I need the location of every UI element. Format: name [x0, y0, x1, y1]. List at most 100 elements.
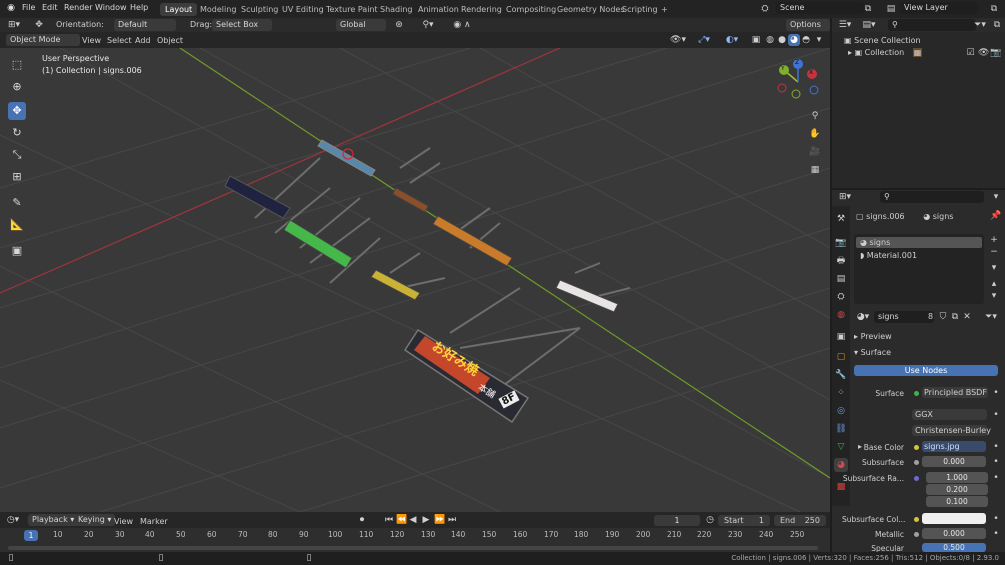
socket-menu-icon-6[interactable]: •: [992, 513, 1000, 525]
viewport-3d[interactable]: お好み焼 本舗 8F User Perspective (1) Collecti…: [0, 48, 830, 512]
jump-keyframe-forward-icon[interactable]: ⏩: [434, 514, 445, 526]
properties-editor-icon[interactable]: ⊞▾: [836, 191, 854, 203]
editor-type-icon[interactable]: ⊞▾: [6, 19, 22, 31]
playhead[interactable]: 1: [24, 530, 38, 541]
overlay-toggle-icon[interactable]: ◐▾: [722, 34, 742, 46]
outliner-row-scene-collection[interactable]: ▣ Scene Collection: [844, 36, 994, 45]
playback-menu[interactable]: Playback ▾: [28, 514, 79, 526]
transform-orientation-dropdown[interactable]: Global: [336, 19, 386, 31]
surface-shader-field[interactable]: Principled BSDF: [922, 387, 988, 398]
annotate-tool-icon[interactable]: ✎: [8, 194, 26, 212]
preview-section-header[interactable]: ▸ Preview: [854, 332, 892, 341]
material-slot-signs[interactable]: ◕ signs: [856, 237, 982, 248]
collection-checkbox-icon[interactable]: ☑: [966, 47, 975, 59]
object-tab-icon[interactable]: ▢: [834, 350, 848, 364]
rotate-tool-icon[interactable]: ↻: [8, 124, 26, 142]
menu-object[interactable]: Object: [157, 36, 183, 45]
menu-select[interactable]: Select: [107, 36, 132, 45]
menu-file[interactable]: File: [22, 3, 35, 12]
tab-texture-paint[interactable]: Texture Paint: [321, 3, 383, 16]
timeline-editor-icon[interactable]: ◷▾: [4, 514, 22, 526]
preview-range-icon[interactable]: ◷: [704, 514, 716, 526]
options-dropdown[interactable]: Options: [786, 19, 830, 31]
move-tool-icon[interactable]: ✥: [32, 19, 46, 31]
physics-tab-icon[interactable]: ◎: [834, 404, 848, 418]
shading-options-icon[interactable]: ▾: [814, 34, 824, 46]
subsurface-color-swatch[interactable]: [922, 513, 986, 524]
distribution-dropdown[interactable]: GGX: [912, 409, 987, 420]
particles-tab-icon[interactable]: ⁘: [834, 386, 848, 400]
modifier-tab-icon[interactable]: 🔧: [834, 368, 848, 382]
subsurface-radius-x[interactable]: 1.000: [926, 472, 988, 483]
camera-view-icon[interactable]: 🎥: [808, 146, 822, 158]
scene-tab-icon[interactable]: ⛭: [834, 290, 848, 304]
socket-menu-icon-5[interactable]: •: [992, 472, 1000, 484]
select-box-tool-icon[interactable]: ⬚: [8, 56, 26, 74]
tool-tab-icon[interactable]: ⚒: [834, 212, 848, 226]
use-nodes-button[interactable]: Use Nodes: [854, 365, 998, 376]
add-workspace-button[interactable]: +: [656, 3, 673, 16]
snap-icon[interactable]: ⚲▾: [414, 19, 442, 31]
move-slot-down-icon[interactable]: ▾: [988, 290, 1000, 302]
scene-name-field[interactable]: Scene: [776, 2, 864, 14]
view-layer-icon[interactable]: ▤: [884, 3, 898, 15]
metallic-value[interactable]: 0.000: [922, 528, 986, 539]
new-collection-icon[interactable]: ⧉: [991, 19, 1003, 31]
move-slot-up-icon[interactable]: ▴: [988, 278, 1000, 290]
shading-solid-icon[interactable]: ●: [776, 34, 788, 46]
display-mode-icon[interactable]: ▤▾: [860, 19, 878, 31]
menu-render[interactable]: Render: [64, 3, 92, 12]
properties-options-icon[interactable]: ▾: [990, 191, 1002, 203]
base-color-texture-field[interactable]: signs.jpg: [922, 441, 986, 452]
link-mode-icon[interactable]: ⏷▾: [982, 311, 1000, 323]
material-browse-icon[interactable]: ◕▾: [854, 311, 872, 323]
jump-keyframe-back-icon[interactable]: ⏪: [396, 514, 407, 526]
data-tab-icon[interactable]: ▽: [834, 440, 848, 454]
socket-menu-icon-4[interactable]: •: [992, 456, 1000, 468]
transform-tool-icon[interactable]: ⊞: [8, 168, 26, 186]
world-tab-icon[interactable]: ◍: [834, 308, 848, 322]
menu-add[interactable]: Add: [135, 36, 151, 45]
copy-scene-icon[interactable]: ⧉: [862, 3, 874, 15]
blender-logo-icon[interactable]: ◉: [4, 2, 18, 16]
pivot-icon[interactable]: ⊛: [390, 19, 408, 31]
subsurface-method-dropdown[interactable]: Christensen-Burley: [912, 425, 991, 436]
subsurface-value[interactable]: 0.000: [922, 456, 986, 467]
jump-start-icon[interactable]: ⏮: [384, 514, 394, 526]
ortho-toggle-icon[interactable]: ▦: [808, 164, 822, 176]
render-tab-icon[interactable]: 📷: [834, 236, 848, 250]
copy-view-layer-icon[interactable]: ⧉: [988, 3, 1000, 15]
play-reverse-icon[interactable]: ◀: [408, 514, 418, 526]
collection-visibility-icon[interactable]: 👁: [978, 47, 989, 59]
marker-menu[interactable]: Marker: [140, 517, 168, 526]
add-cube-tool-icon[interactable]: ▣: [8, 242, 26, 260]
pin-icon[interactable]: 📌: [990, 210, 1001, 222]
subsurface-radius-z[interactable]: 0.100: [926, 496, 988, 507]
cursor-tool-icon[interactable]: ⊕: [8, 78, 26, 96]
menu-help[interactable]: Help: [130, 3, 148, 12]
remove-slot-icon[interactable]: −: [988, 246, 1000, 258]
visibility-icon[interactable]: 👁▾: [668, 34, 688, 46]
play-icon[interactable]: ▶: [421, 514, 431, 526]
outliner-search[interactable]: ⚲: [888, 19, 976, 31]
keying-menu[interactable]: Keying ▾: [74, 514, 116, 526]
duplicate-material-icon[interactable]: ⧉: [950, 311, 960, 323]
timeline-view-menu[interactable]: View: [114, 517, 133, 526]
view-layer-field[interactable]: View Layer: [900, 2, 978, 14]
filter-icon[interactable]: ⏷▾: [972, 19, 988, 31]
mode-dropdown[interactable]: Object Mode: [6, 34, 80, 46]
constraints-tab-icon[interactable]: ⛓: [834, 422, 848, 436]
shading-rendered-icon[interactable]: ◓: [800, 34, 812, 46]
measure-tool-icon[interactable]: 📐: [8, 216, 26, 234]
collection-render-icon[interactable]: 📷: [990, 47, 1001, 59]
xray-icon[interactable]: ▣: [750, 34, 762, 46]
tab-modeling[interactable]: Modeling: [195, 3, 241, 16]
current-frame-field[interactable]: 1: [654, 515, 700, 526]
specular-value[interactable]: 0.500: [922, 543, 986, 552]
material-slots-list[interactable]: ◕ signs ◗ Material.001: [854, 234, 984, 304]
material-tab-icon[interactable]: ◕: [834, 458, 848, 472]
move-tool-button-icon[interactable]: ✥: [8, 102, 26, 120]
menu-view[interactable]: View: [82, 36, 101, 45]
socket-menu-icon-7[interactable]: •: [992, 528, 1000, 540]
output-tab-icon[interactable]: 🖶: [834, 254, 848, 268]
